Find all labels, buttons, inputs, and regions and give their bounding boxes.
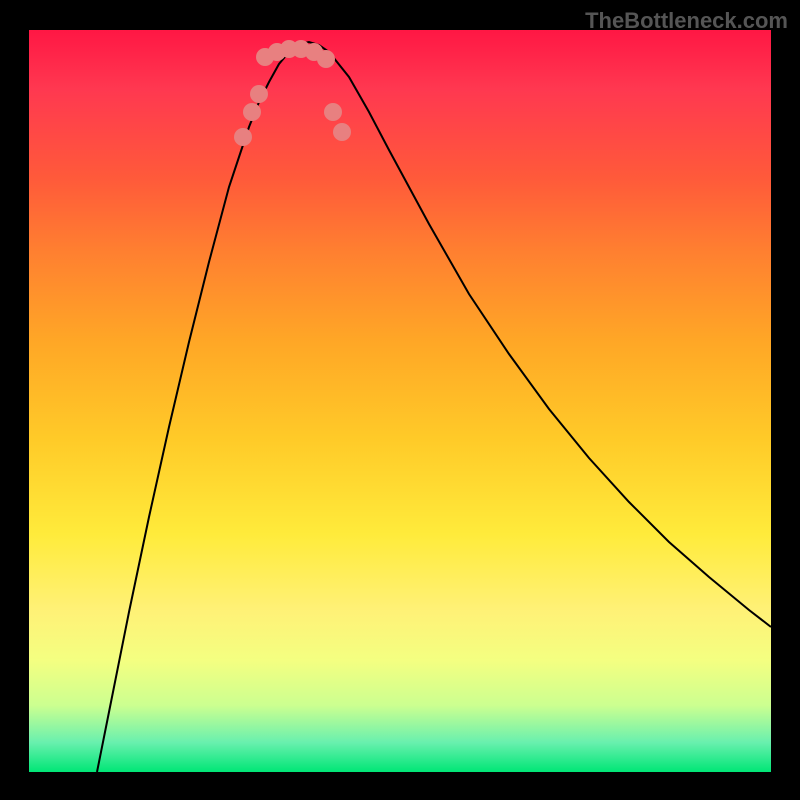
- plot-area: [29, 30, 771, 772]
- marker-dot: [317, 50, 335, 68]
- marker-dot: [333, 123, 351, 141]
- marker-dot: [250, 85, 268, 103]
- curve-line: [97, 42, 771, 772]
- chart-svg: [29, 30, 771, 772]
- markers: [234, 40, 351, 146]
- watermark: TheBottleneck.com: [585, 8, 788, 34]
- marker-dot: [243, 103, 261, 121]
- marker-dot: [234, 128, 252, 146]
- marker-dot: [324, 103, 342, 121]
